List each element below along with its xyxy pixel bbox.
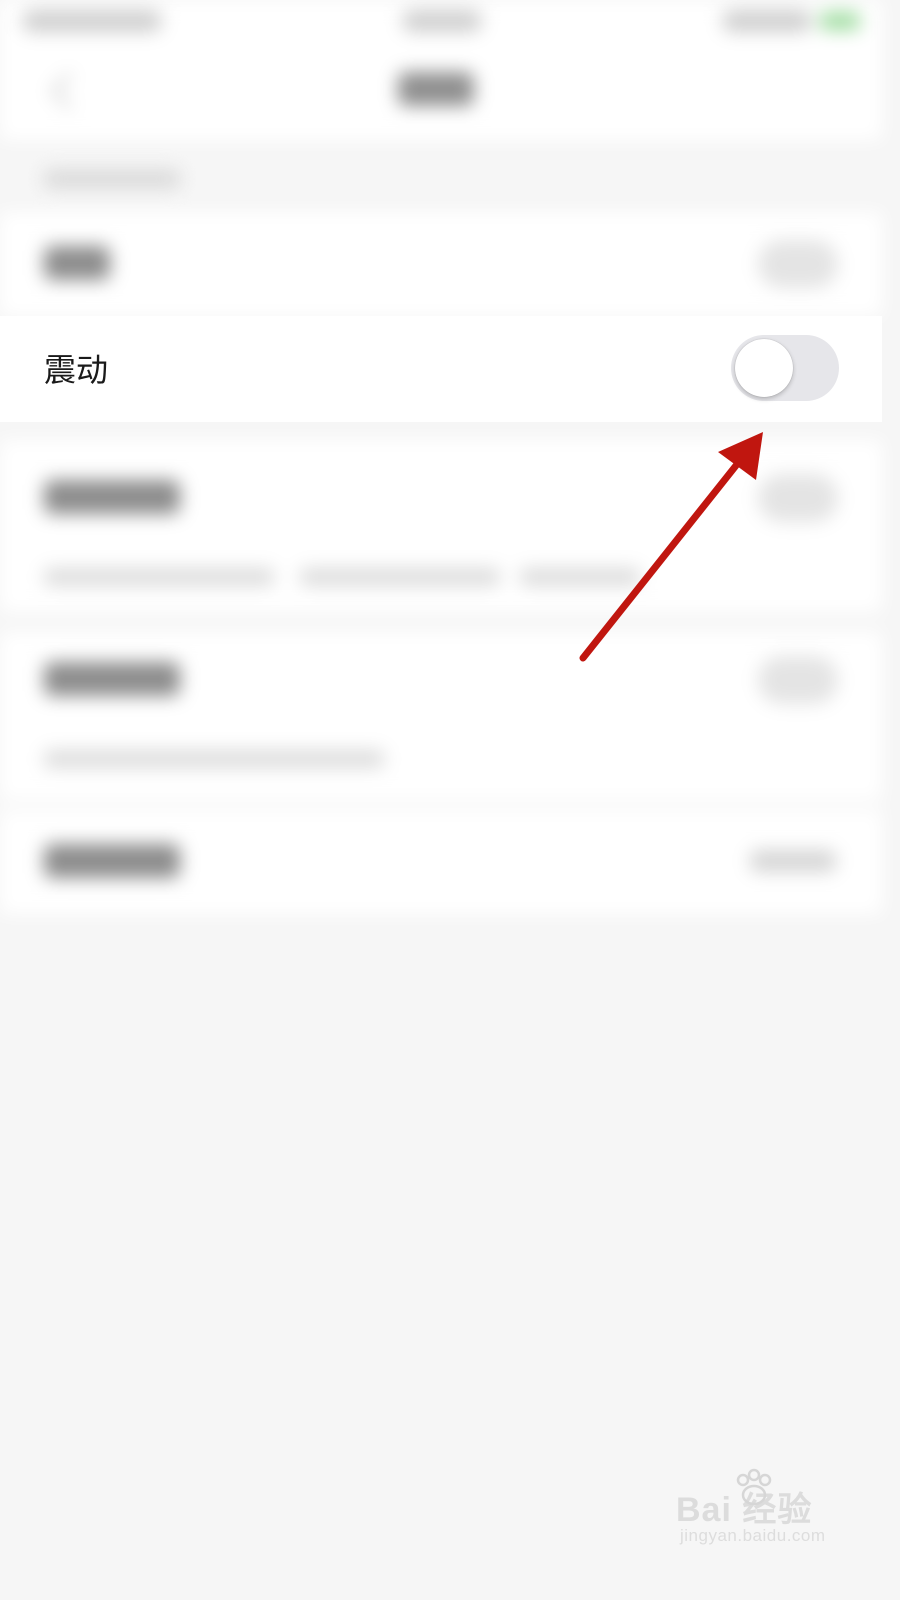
arrow-shaft	[579, 454, 746, 662]
arrow-head	[718, 432, 763, 480]
paw-icon	[736, 1468, 772, 1506]
baidu-jingyan-watermark: Bai 经验 jingyan.baidu.com	[676, 1468, 846, 1548]
watermark-domain: jingyan.baidu.com	[680, 1526, 826, 1545]
annotation-arrow	[579, 432, 763, 662]
